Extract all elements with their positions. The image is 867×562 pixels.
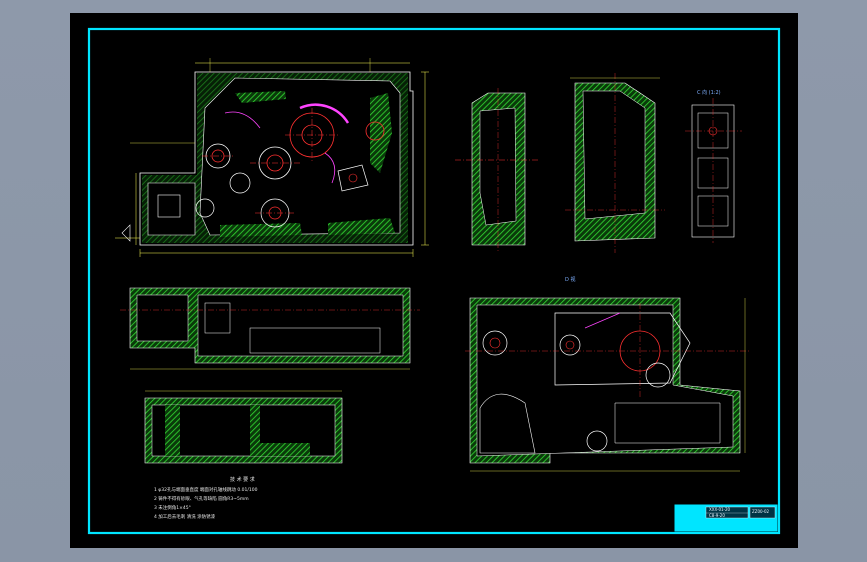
title-block-cell-3: ZZ00-02 <box>752 509 770 514</box>
section-view-bottom <box>144 390 343 464</box>
section-view-b <box>565 73 665 253</box>
title-block-cell-1: XXX-01-20 <box>709 507 731 512</box>
section-view-a <box>455 88 540 253</box>
cad-drawing <box>87 27 781 535</box>
section-view-horizontal <box>120 287 420 370</box>
note-line-4: 4 加工后去毛刺 清洗 涂防锈漆 <box>154 515 216 520</box>
view-d <box>465 297 750 472</box>
view-c-label: C 向 (1:2) <box>697 90 721 96</box>
title-block-cell-2: C8-9-20 <box>709 513 725 518</box>
note-line-2: 2 铸件不得有砂眼、气孔等缺陷 圆角R3~5mm <box>154 497 249 502</box>
note-line-3: 3 未注倒角1×45° <box>154 506 191 511</box>
front-view <box>115 58 429 257</box>
view-c <box>685 98 742 243</box>
note-line-1: 1 φ32孔与端面垂直度 端面对孔轴线跳动 0.01/100 <box>154 488 258 493</box>
notes-title: 技 术 要 求 <box>230 477 255 483</box>
drawing-sheet: C 向 (1:2) D 视 技 术 要 求 1 φ32孔与端面垂直度 端面对孔轴… <box>70 13 798 548</box>
view-d-label: D 视 <box>565 277 576 283</box>
